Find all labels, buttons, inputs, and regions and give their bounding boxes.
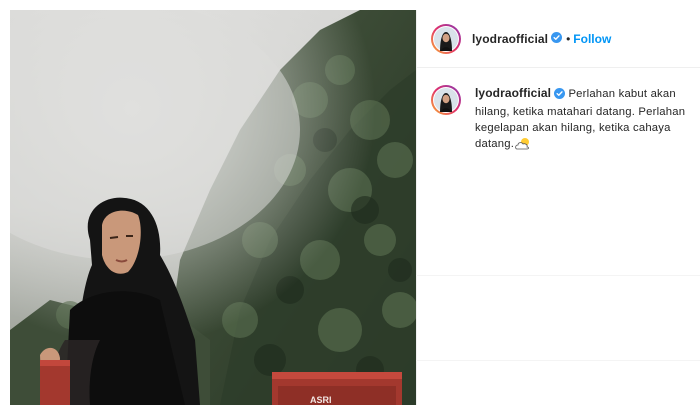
avatar-image xyxy=(434,26,458,51)
sun-behind-cloud-icon xyxy=(515,137,531,155)
caption-avatar[interactable] xyxy=(431,85,461,115)
sign-text: ASRI xyxy=(310,395,332,405)
post-photo[interactable]: ASRI xyxy=(10,10,416,405)
separator-dot: • xyxy=(566,31,571,46)
avatar[interactable] xyxy=(431,23,461,54)
verified-badge-icon xyxy=(554,88,566,104)
verified-badge-icon xyxy=(551,30,563,48)
follow-button[interactable]: Follow xyxy=(573,32,611,46)
divider xyxy=(416,275,700,276)
divider xyxy=(416,360,700,361)
caption-text: lyodraofficial Perlahan kabut akan hilan… xyxy=(475,85,690,155)
instagram-post: ASRI lyodraofficial • Follow lyodraoffic… xyxy=(10,10,700,405)
post-caption: lyodraofficial Perlahan kabut akan hilan… xyxy=(431,85,691,155)
header-username[interactable]: lyodraofficial xyxy=(472,32,548,46)
avatar-image xyxy=(434,88,458,112)
post-header: lyodraofficial • Follow xyxy=(417,10,700,68)
caption-username[interactable]: lyodraofficial xyxy=(475,86,551,100)
post-sidebar: lyodraofficial • Follow lyodraofficial P… xyxy=(416,10,700,405)
post-photo-image: ASRI xyxy=(10,10,416,405)
